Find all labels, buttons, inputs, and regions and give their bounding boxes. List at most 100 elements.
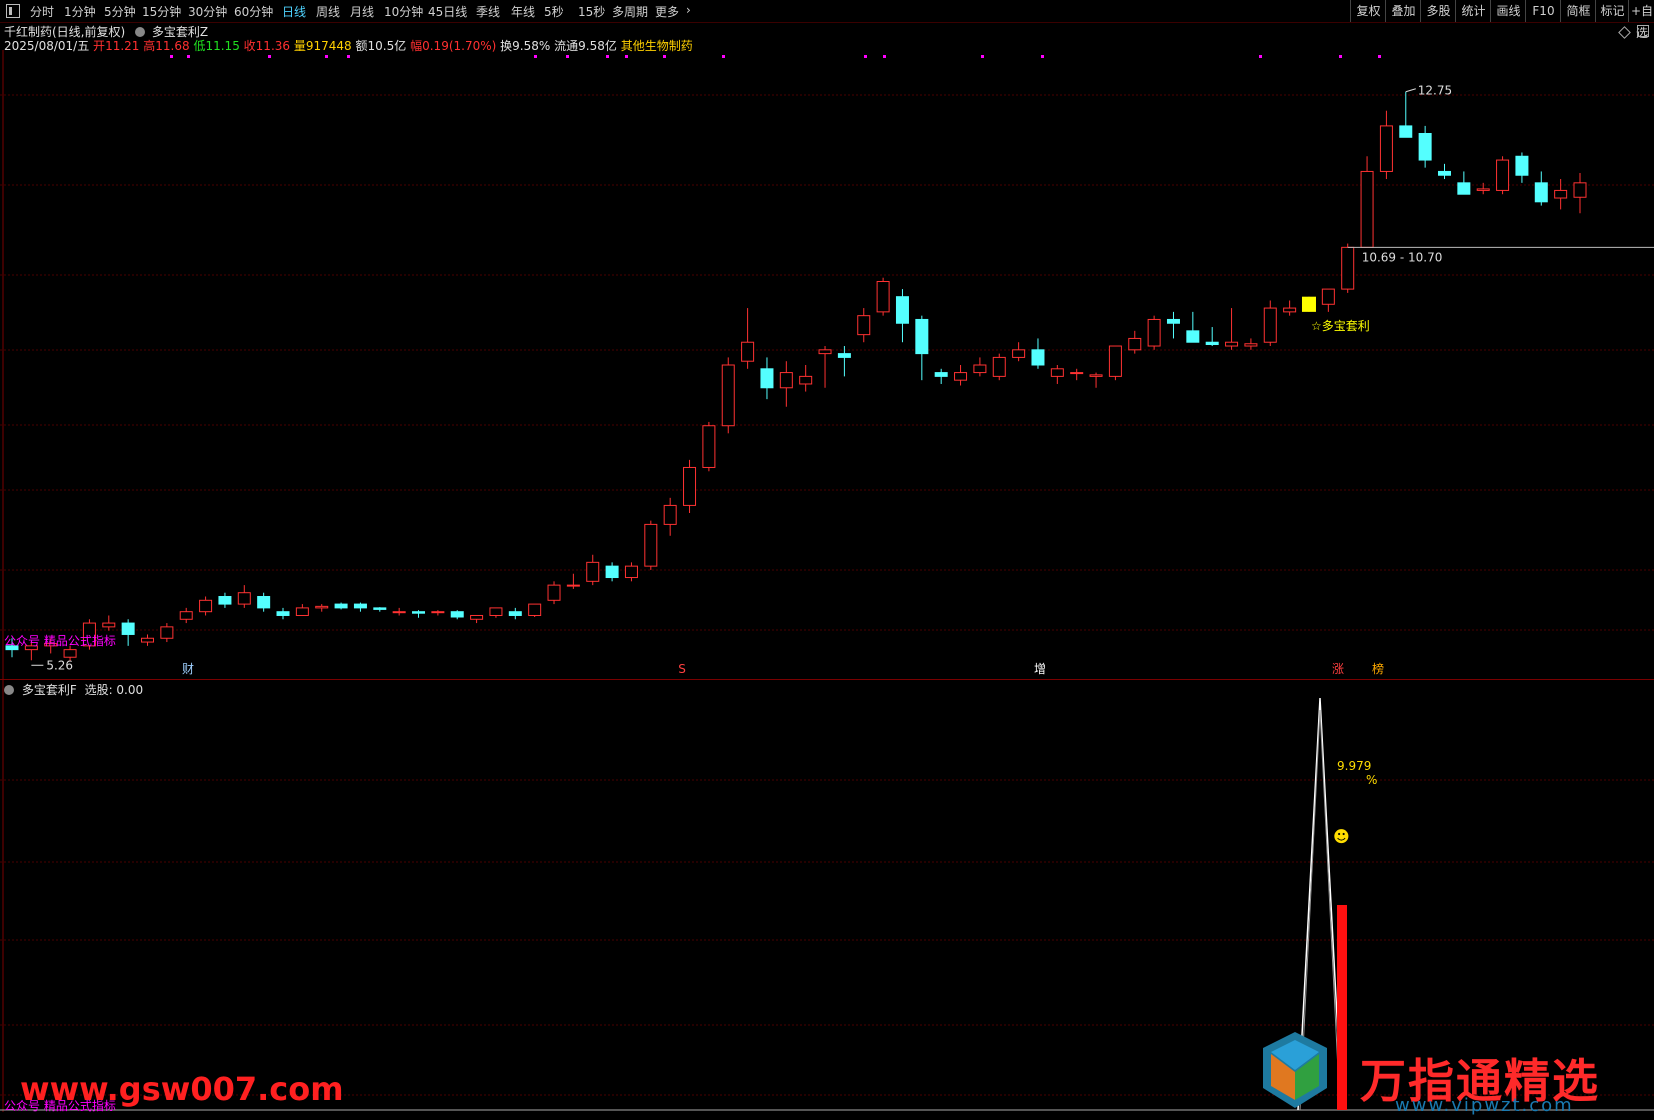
toolbar-button-5[interactable]: F10 [1525,0,1561,22]
candle-body [1321,288,1335,305]
candle-body [102,622,116,628]
candle-body [1205,341,1219,346]
candle-body [741,341,755,362]
candle-body [1437,170,1451,176]
event-marker-1: S [678,662,686,676]
period-tab-9[interactable]: 10分钟 [384,3,423,20]
period-tab-3[interactable]: 15分钟 [142,3,181,20]
candle-body [63,649,77,658]
toolbar-button-4[interactable]: 画线 [1490,0,1526,22]
signal-dot [1339,55,1342,58]
candle-body [276,611,290,616]
candle-body [721,364,735,427]
candle-body [547,584,561,601]
candle-body [1012,349,1026,358]
toolbar-button-2[interactable]: 多股 [1420,0,1456,22]
period-tab-6[interactable]: 日线 [282,3,306,20]
toolbar-button-0[interactable]: 复权 [1350,0,1386,22]
watermark-sub-left: 公众号 精品公式指标 [4,1099,116,1113]
candle-body [992,356,1006,377]
period-tab-7[interactable]: 周线 [316,3,340,20]
candle-body [1050,368,1064,377]
candle-body [1283,307,1297,313]
candle-body [1418,132,1432,161]
toolbar-button-6[interactable]: 简框 [1560,0,1596,22]
candle-body [218,596,232,605]
candle-body [295,607,309,616]
panel-toggle-icon[interactable] [6,4,20,18]
candle-body [508,611,522,616]
window-toggle-icon[interactable] [1637,25,1649,37]
peak-value: 9.979 [1337,759,1371,773]
event-marker-2: 增 [1034,662,1046,676]
signal-dot [663,55,666,58]
toolbar-button-8[interactable]: +自选 [1628,0,1654,40]
candle-body [141,637,155,643]
candle-body [121,622,135,635]
period-tab-13[interactable]: 5秒 [544,3,564,20]
candle-body [470,614,484,620]
candlestick-chart[interactable]: 10.69 - 10.70 ☆多宝套利 12.75 5.26 公众号 精品公式指标财 S 增… [0,50,1654,680]
candle-body [799,375,813,385]
candle-body [489,607,503,616]
candle-body [683,466,697,506]
settings-circle-icon[interactable] [135,27,146,37]
period-tab-2[interactable]: 5分钟 [104,3,136,20]
period-tab-1[interactable]: 1分钟 [64,3,96,20]
candle-body [1031,349,1045,366]
period-tab-16[interactable]: 更多 [655,3,679,20]
candle-body [915,318,929,355]
candle-body [412,611,426,614]
period-tab-0[interactable]: 分时 [30,3,54,20]
candle-body [876,281,890,313]
candle-body [934,372,948,377]
candle-body [1573,182,1587,198]
candle-body [1225,341,1239,347]
period-tab-12[interactable]: 年线 [511,3,535,20]
diamond-icon[interactable] [1618,26,1631,39]
candle-body [663,504,677,525]
signal-dot [1259,55,1262,58]
period-tab-15[interactable]: 多周期 [612,3,648,20]
toolbar-button-3[interactable]: 统计 [1455,0,1491,22]
toolbar-button-7[interactable]: 标记 [1595,0,1629,22]
period-tab-11[interactable]: 季线 [476,3,500,20]
event-marker-3: 涨 [1332,661,1344,676]
candle-body [1244,343,1258,347]
brand-logo-icon [1255,1030,1335,1110]
candle-body [237,592,251,605]
toolbar-button-1[interactable]: 叠加 [1385,0,1421,22]
chevron-right-icon[interactable]: › [686,3,691,17]
candle-body [779,372,793,389]
peak-unit: % [1366,773,1377,787]
candle-body [1070,372,1084,375]
signal-dot [883,55,886,58]
candle-body [702,425,716,468]
candle-body [1186,330,1200,343]
candle-body [566,584,580,587]
signal-dot [1378,55,1381,58]
signal-dot [347,55,350,58]
range-label: 10.69 - 10.70 [1362,250,1443,264]
signal-dot [864,55,867,58]
candle-body [1554,189,1568,199]
candle-body [1515,155,1529,176]
candle-body [895,296,909,324]
candle-body [624,565,638,579]
signal-dot [325,55,328,58]
period-tab-14[interactable]: 15秒 [578,3,605,20]
candle-body [1360,170,1374,248]
candle-body [450,611,464,618]
signal-dot [268,55,271,58]
candle-body [528,603,542,616]
candle-body [392,611,406,614]
period-tab-8[interactable]: 月线 [350,3,374,20]
signal-box [1301,296,1316,312]
period-tab-5[interactable]: 60分钟 [234,3,273,20]
event-marker-0: 财 [182,662,194,676]
period-tab-4[interactable]: 30分钟 [188,3,227,20]
signal-dot [170,55,173,58]
period-tab-10[interactable]: 45日线 [428,3,467,20]
candle-body [1089,374,1103,377]
signal-dot [1041,55,1044,58]
